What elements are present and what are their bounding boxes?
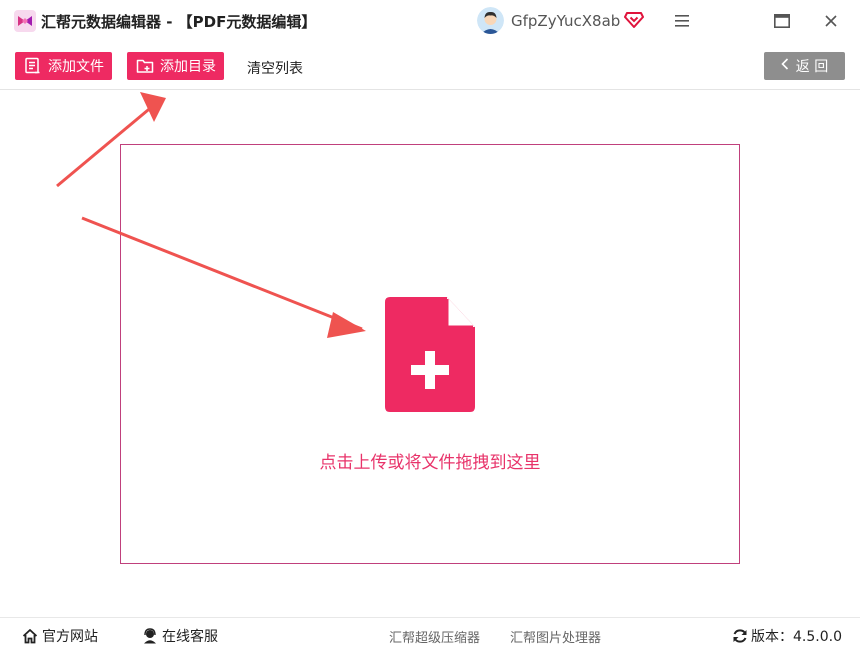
headset-icon	[141, 628, 158, 645]
document-list-icon	[22, 55, 44, 77]
window-title: 汇帮元数据编辑器 - 【PDF元数据编辑】	[41, 13, 317, 31]
official-site-link[interactable]: 官方网站	[21, 626, 98, 646]
official-site-label: 官方网站	[42, 629, 98, 645]
username[interactable]: GfpZyYucX8ab	[511, 12, 620, 30]
drop-zone-hint: 点击上传或将文件拖拽到这里	[319, 453, 541, 473]
refresh-icon	[731, 628, 748, 645]
clear-list-button[interactable]: 清空列表	[247, 58, 303, 78]
version-info[interactable]: 版本：4.5.0.0	[731, 626, 842, 646]
online-service-link[interactable]: 在线客服	[141, 626, 218, 646]
status-bar: 官方网站 在线客服 汇帮超级压缩器 汇帮图片处理器 版本：4.5.0.0	[0, 617, 860, 650]
online-service-label: 在线客服	[162, 629, 218, 645]
toolbar: 添加文件 添加目录 清空列表 返 回	[0, 42, 860, 90]
back-label: 返 回	[795, 59, 829, 75]
chevron-left-icon	[781, 58, 789, 74]
hamburger-icon[interactable]	[669, 9, 695, 33]
annotation-arrowhead-1	[140, 92, 166, 122]
add-folder-button[interactable]: 添加目录	[127, 52, 224, 80]
add-file-label: 添加文件	[48, 59, 104, 75]
folder-plus-icon	[134, 55, 156, 77]
maximize-icon[interactable]	[769, 9, 795, 33]
image-processor-link[interactable]: 汇帮图片处理器	[510, 627, 601, 646]
file-plus-icon[interactable]	[385, 297, 475, 412]
compressor-link[interactable]: 汇帮超级压缩器	[389, 627, 480, 646]
title-bar: 汇帮元数据编辑器 - 【PDF元数据编辑】 GfpZyYucX8ab	[0, 0, 860, 42]
close-icon[interactable]	[818, 9, 844, 33]
version-label: 版本：4.5.0.0	[751, 629, 842, 645]
back-button[interactable]: 返 回	[764, 52, 845, 80]
app-logo-icon	[14, 10, 36, 32]
home-icon	[21, 628, 38, 645]
avatar[interactable]	[477, 7, 504, 34]
add-folder-label: 添加目录	[160, 59, 216, 75]
file-drop-zone[interactable]: 点击上传或将文件拖拽到这里	[120, 144, 740, 564]
diamond-heart-icon[interactable]	[624, 9, 644, 29]
add-file-button[interactable]: 添加文件	[15, 52, 112, 80]
